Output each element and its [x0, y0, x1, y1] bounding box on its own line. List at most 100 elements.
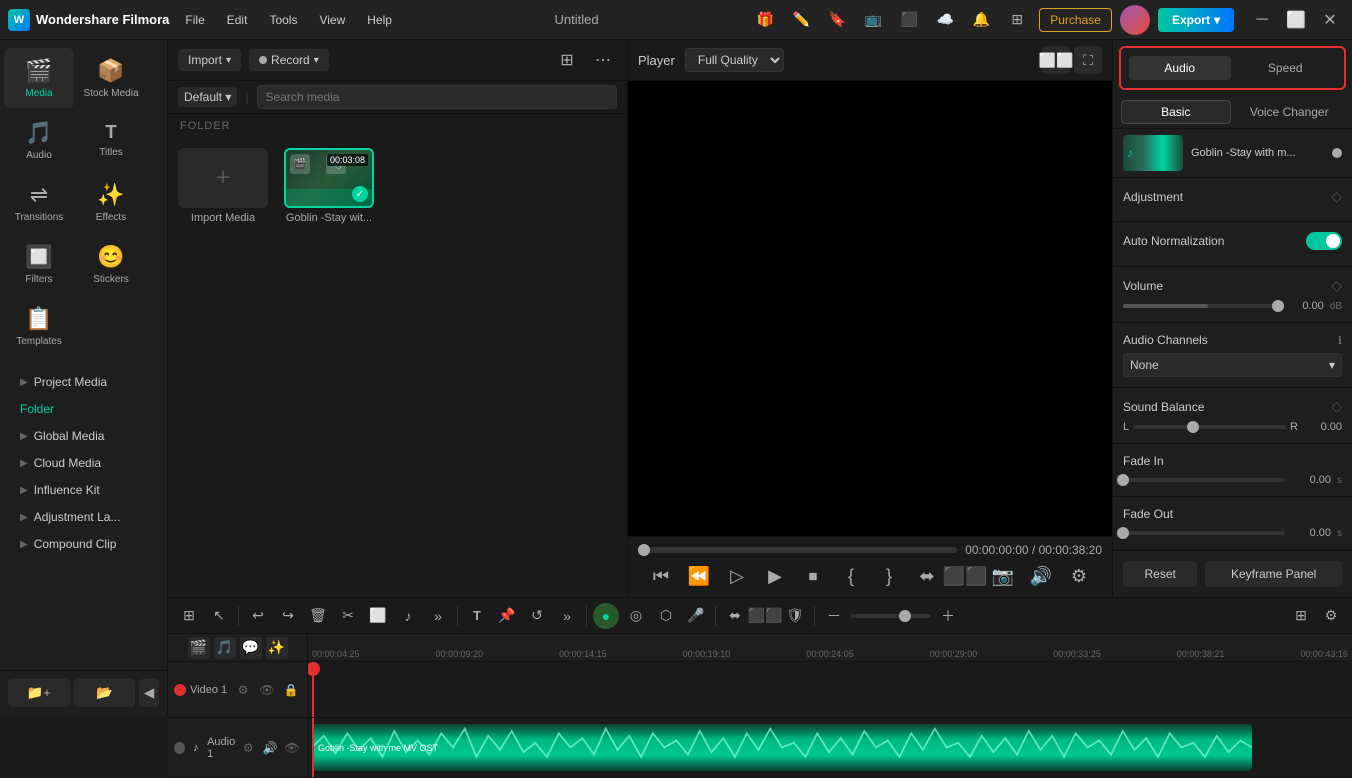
balance-slider-thumb[interactable] — [1187, 421, 1199, 433]
tree-item-influence-kit[interactable]: ▶ Influence Kit — [4, 477, 163, 503]
audio-channels-dropdown[interactable]: None ▾ — [1123, 353, 1342, 377]
snapshot-button[interactable]: 📷 — [988, 561, 1018, 591]
fade-in-slider-thumb[interactable] — [1117, 474, 1129, 486]
grid-tl-button[interactable]: ⊞ — [1288, 603, 1314, 629]
cut-button[interactable]: ✂ — [335, 603, 361, 629]
tree-item-global-media[interactable]: ▶ Global Media — [4, 423, 163, 449]
more2-button[interactable]: » — [554, 603, 580, 629]
crop-button[interactable]: ⬜ — [365, 603, 391, 629]
step-back-button[interactable]: ⏪ — [684, 561, 714, 591]
menu-tools[interactable]: Tools — [259, 9, 307, 31]
split2-button[interactable]: ⬌ — [722, 603, 748, 629]
add-audio-track-button[interactable]: 🎵 — [214, 637, 236, 659]
sidebar-item-titles[interactable]: T Titles — [76, 110, 146, 170]
volume-diamond-icon[interactable]: ◇ — [1331, 277, 1342, 294]
mark-in-button[interactable]: { — [836, 561, 866, 591]
zoom-out-button[interactable]: － — [821, 603, 847, 629]
audio-clip[interactable]: Goblin -Stay with me MV OST — [312, 724, 1252, 771]
tree-item-project-media[interactable]: ▶ Project Media — [4, 369, 163, 395]
playhead-handle[interactable] — [308, 662, 320, 676]
menu-edit[interactable]: Edit — [217, 9, 258, 31]
menu-file[interactable]: File — [175, 9, 214, 31]
playhead-indicator[interactable] — [174, 684, 186, 696]
list-item[interactable]: 🎬 📎 00:03:08 ✓ Goblin -Stay wit... — [284, 148, 374, 224]
sidebar-item-transitions[interactable]: ⇌ Transitions — [4, 172, 74, 232]
undo-button[interactable]: ↩ — [245, 603, 271, 629]
redo-button[interactable]: ↪ — [275, 603, 301, 629]
sidebar-item-media[interactable]: 🎬 Media — [4, 48, 74, 108]
list-item[interactable]: + Import Media — [178, 148, 268, 224]
more-options-button[interactable]: ⋯ — [589, 46, 617, 74]
fullscreen-button[interactable]: ⛶ — [1074, 46, 1102, 74]
multi2-button[interactable]: ⬛⬛ — [752, 603, 778, 629]
import-media-add[interactable]: + — [178, 148, 268, 208]
balance-slider[interactable] — [1133, 425, 1286, 429]
sidebar-item-effects[interactable]: ✨ Effects — [76, 172, 146, 232]
tree-item-compound-clip[interactable]: ▶ Compound Clip — [4, 531, 163, 557]
bookmark-icon[interactable]: 🔖 — [823, 6, 851, 34]
stop-button[interactable]: ⏹ — [798, 561, 828, 591]
auto-normalization-toggle[interactable] — [1306, 232, 1342, 250]
menu-view[interactable]: View — [309, 9, 355, 31]
record-button[interactable]: Record ▾ — [249, 49, 329, 71]
subtab-basic[interactable]: Basic — [1121, 100, 1231, 124]
add-effect-track-button[interactable]: ✨ — [266, 637, 288, 659]
timeline-cursor-button[interactable]: ↖ — [206, 603, 232, 629]
audio1-visibility-button[interactable]: 👁 — [283, 738, 301, 758]
play-forward-button[interactable]: ▷ — [722, 561, 752, 591]
delete-button[interactable]: 🗑 — [305, 603, 331, 629]
sound-balance-diamond-icon[interactable]: ◇ — [1331, 398, 1342, 415]
default-select[interactable]: Default ▾ — [178, 87, 237, 107]
video1-mute-button[interactable]: 👁 — [257, 680, 277, 700]
fade-in-slider[interactable] — [1123, 478, 1285, 482]
keyframe-panel-button[interactable]: Keyframe Panel — [1205, 561, 1342, 587]
filter-button[interactable]: ⊞ — [553, 46, 581, 74]
sidebar-item-audio[interactable]: 🎵 Audio — [4, 110, 74, 170]
add-subtitle-track-button[interactable]: 💬 — [240, 637, 262, 659]
mark-out-button[interactable]: } — [874, 561, 904, 591]
sidebar-item-stickers[interactable]: 😊 Stickers — [76, 234, 146, 294]
screen-icon[interactable]: 📺 — [859, 6, 887, 34]
audio1-track-content[interactable]: Goblin -Stay with me MV OST — [308, 718, 1352, 777]
sidebar-item-stock-media[interactable]: 📦 Stock Media — [76, 48, 146, 108]
voice-button[interactable]: 🎤 — [683, 603, 709, 629]
fade-out-slider[interactable] — [1123, 531, 1285, 535]
more-tl-button[interactable]: » — [425, 603, 451, 629]
audio-channels-info-icon[interactable]: ℹ — [1338, 334, 1342, 347]
timeline-add-track-button[interactable]: ⊞ — [176, 603, 202, 629]
tree-item-cloud-media[interactable]: ▶ Cloud Media — [4, 450, 163, 476]
go-start-button[interactable]: ⏮ — [646, 561, 676, 591]
purchase-button[interactable]: Purchase — [1039, 8, 1112, 32]
video1-lock-button[interactable]: 🔒 — [281, 680, 301, 700]
scrub-thumb[interactable] — [638, 544, 650, 556]
text-button[interactable]: T — [464, 603, 490, 629]
import-button[interactable]: Import ▾ — [178, 49, 241, 71]
adjustment-diamond-icon[interactable]: ◇ — [1331, 188, 1342, 205]
video1-track-content[interactable] — [308, 662, 1352, 717]
zoom-in-button[interactable]: ＋ — [935, 603, 961, 629]
export-button[interactable]: Export ▾ — [1158, 8, 1234, 32]
screen2-icon[interactable]: ⬛ — [895, 6, 923, 34]
subtab-voice-changer[interactable]: Voice Changer — [1235, 100, 1345, 124]
collapse-sidebar-button[interactable]: ◀ — [139, 679, 159, 707]
mark2-button[interactable]: ⬡ — [653, 603, 679, 629]
undo2-button[interactable]: ↺ — [524, 603, 550, 629]
insert-button[interactable]: ⬌ — [912, 561, 942, 591]
quality-select[interactable]: Full Quality — [685, 48, 784, 72]
tab-speed[interactable]: Speed — [1235, 56, 1337, 80]
add-video-track-button[interactable]: 🎬 — [188, 637, 210, 659]
close-button[interactable]: ✕ — [1316, 6, 1344, 34]
grid-icon[interactable]: ⊞ — [1003, 6, 1031, 34]
play-button[interactable]: ▶ — [760, 561, 790, 591]
sidebar-item-filters[interactable]: 🔲 Filters — [4, 234, 74, 294]
volume-slider-thumb[interactable] — [1272, 300, 1284, 312]
settings-button[interactable]: ⚙ — [1064, 561, 1094, 591]
media-thumbnail-goblin[interactable]: 🎬 📎 00:03:08 ✓ — [284, 148, 374, 208]
tree-item-adjustment[interactable]: ▶ Adjustment La... — [4, 504, 163, 530]
reset-button[interactable]: Reset — [1123, 561, 1197, 587]
gift-icon[interactable]: 🎁 — [751, 6, 779, 34]
menu-help[interactable]: Help — [357, 9, 402, 31]
sidebar-item-templates[interactable]: 📋 Templates — [4, 296, 74, 356]
settings-tl-button[interactable]: ⚙ — [1318, 603, 1344, 629]
record-tl-button[interactable]: ● — [593, 603, 619, 629]
